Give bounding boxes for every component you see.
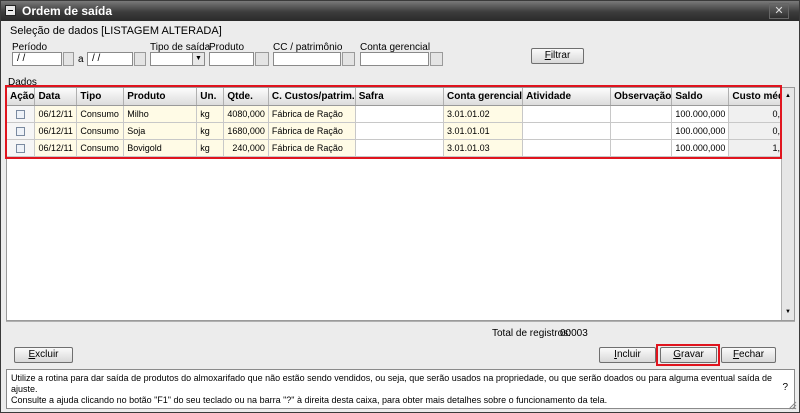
cell-saldo: 100.000,000 [671, 122, 730, 140]
conta-gerencial-input[interactable] [360, 52, 429, 66]
fechar-button[interactable]: Fechar [721, 347, 776, 363]
table-row[interactable]: 06/12/11 Consumo Soja kg 1680,000 Fábric… [7, 122, 794, 140]
tipo-saida-select[interactable] [150, 52, 193, 66]
cell-un[interactable]: kg [196, 105, 225, 123]
col-header-acao[interactable]: Ação [7, 88, 36, 106]
checkbox-icon[interactable] [16, 143, 26, 153]
cell-atividade[interactable] [522, 139, 612, 157]
table-row[interactable]: 06/12/11 Consumo Bovigold kg 240,000 Fáb… [7, 139, 794, 157]
col-header-tipo[interactable]: Tipo [76, 88, 125, 106]
cell-tipo[interactable]: Consumo [76, 122, 125, 140]
cell-saldo: 100.000,000 [671, 139, 730, 157]
cell-un[interactable]: kg [196, 122, 225, 140]
cell-saldo: 100.000,000 [671, 105, 730, 123]
data-grid[interactable]: Ação Data Tipo Produto Un. Qtde. C. Cust… [6, 87, 795, 321]
cell-data[interactable]: 06/12/11 [34, 139, 78, 157]
dropdown-arrow-icon[interactable]: ▼ [192, 52, 205, 66]
table-row[interactable]: 06/12/11 Consumo Milho kg 4080,000 Fábri… [7, 105, 794, 123]
conta-gerencial-lookup-button[interactable] [430, 52, 443, 66]
total-records-value: 00003 [560, 328, 588, 339]
row-action-cell[interactable] [7, 122, 36, 140]
cell-produto[interactable]: Bovigold [123, 139, 198, 157]
scroll-up-icon[interactable]: ▲ [782, 90, 794, 102]
help-question-button[interactable]: ? [782, 382, 788, 393]
col-header-un[interactable]: Un. [196, 88, 225, 106]
cell-produto[interactable]: Soja [123, 122, 198, 140]
cell-obs[interactable] [610, 122, 673, 140]
cell-obs[interactable] [610, 139, 673, 157]
col-header-safra[interactable]: Safra [355, 88, 445, 106]
cell-safra[interactable] [355, 122, 445, 140]
col-header-produto[interactable]: Produto [123, 88, 198, 106]
periodo-start-input[interactable]: / / [12, 52, 62, 66]
grid-footer [6, 321, 795, 343]
periodo-end-calendar-button[interactable] [134, 52, 146, 66]
cell-qtde[interactable]: 1680,000 [223, 122, 269, 140]
scroll-down-icon[interactable]: ▼ [782, 306, 794, 318]
system-menu-icon[interactable] [5, 5, 16, 16]
grid-header-row: Ação Data Tipo Produto Un. Qtde. C. Cust… [7, 88, 794, 106]
checkbox-icon[interactable] [16, 109, 26, 119]
title-bar[interactable]: Ordem de saída ✕ [1, 1, 799, 21]
cc-patrimonio-lookup-button[interactable] [342, 52, 355, 66]
cell-ccusto[interactable]: Fábrica de Ração [268, 139, 356, 157]
gravar-button[interactable]: Gravar [660, 347, 717, 363]
periodo-start-calendar-button[interactable] [63, 52, 74, 66]
produto-lookup-button[interactable] [255, 52, 269, 66]
cell-atividade[interactable] [522, 122, 612, 140]
col-header-data[interactable]: Data [34, 88, 78, 106]
periodo-separator: a [78, 54, 84, 65]
order-window: Ordem de saída ✕ Seleção de dados [LISTA… [0, 0, 800, 413]
cell-conta[interactable]: 3.01.01.03 [443, 139, 524, 157]
cc-patrimonio-input[interactable] [273, 52, 341, 66]
window-title: Ordem de saída [22, 4, 113, 18]
cell-ccusto[interactable]: Fábrica de Ração [268, 122, 356, 140]
periodo-end-input[interactable]: / / [87, 52, 133, 66]
help-panel: Utilize a rotina para dar saída de produ… [6, 369, 795, 409]
selection-section-label: Seleção de dados [LISTAGEM ALTERADA] [10, 25, 222, 37]
filtrar-button[interactable]: Filtrar [531, 48, 584, 64]
close-icon[interactable]: ✕ [769, 3, 789, 19]
produto-input[interactable] [209, 52, 254, 66]
col-header-conta-gerencial[interactable]: Conta gerencial [443, 88, 524, 106]
help-line-2: Consulte a ajuda clicando no botão "F1" … [11, 395, 608, 405]
row-action-cell[interactable] [7, 105, 36, 123]
resize-grip-icon[interactable] [788, 401, 797, 410]
cell-data[interactable]: 06/12/11 [34, 105, 78, 123]
grid-vertical-scrollbar[interactable]: ▲ ▼ [781, 88, 794, 320]
cell-qtde[interactable]: 240,000 [223, 139, 269, 157]
help-line-1: Utilize a rotina para dar saída de produ… [11, 373, 773, 394]
cell-safra[interactable] [355, 139, 445, 157]
row-action-cell[interactable] [7, 139, 36, 157]
col-header-saldo[interactable]: Saldo [671, 88, 730, 106]
cell-un[interactable]: kg [196, 139, 225, 157]
cell-tipo[interactable]: Consumo [76, 139, 125, 157]
cell-safra[interactable] [355, 105, 445, 123]
cell-data[interactable]: 06/12/11 [34, 122, 78, 140]
col-header-qtde[interactable]: Qtde. [223, 88, 269, 106]
checkbox-icon[interactable] [16, 126, 26, 136]
cell-ccusto[interactable]: Fábrica de Ração [268, 105, 356, 123]
col-header-observacao[interactable]: Observação [610, 88, 673, 106]
cell-produto[interactable]: Milho [123, 105, 198, 123]
cell-conta[interactable]: 3.01.01.01 [443, 122, 524, 140]
cell-atividade[interactable] [522, 105, 612, 123]
excluir-button[interactable]: Excluir [14, 347, 73, 363]
cell-conta[interactable]: 3.01.01.02 [443, 105, 524, 123]
cell-obs[interactable] [610, 105, 673, 123]
cell-tipo[interactable]: Consumo [76, 105, 125, 123]
col-header-ccustos[interactable]: C. Custos/patrim. [268, 88, 356, 106]
incluir-button[interactable]: Incluir [599, 347, 656, 363]
cell-qtde[interactable]: 4080,000 [223, 105, 269, 123]
col-header-atividade[interactable]: Atividade [522, 88, 612, 106]
